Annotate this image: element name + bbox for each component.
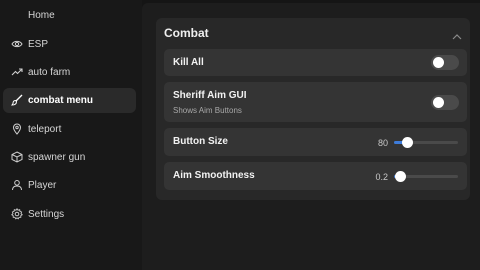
sidebar-item-label: spawner gun (28, 152, 86, 163)
slider-thumb[interactable] (402, 137, 413, 148)
button-size-value: 80 (377, 138, 388, 148)
sidebar-item-label: ESP (28, 39, 49, 50)
sidebar-item-label: auto farm (28, 67, 71, 78)
button-size-row: Button Size 80 (164, 128, 467, 156)
sheriff-aim-gui-label: Sheriff Aim GUI (173, 90, 247, 101)
sidebar-item-home[interactable]: Home (3, 3, 136, 28)
cube-icon (11, 151, 23, 163)
button-size-slider[interactable] (394, 137, 458, 148)
aim-smoothness-label: Aim Smoothness (173, 170, 255, 181)
sidebar-item-label: Settings (28, 209, 65, 220)
sidebar-item-label: teleport (28, 124, 62, 135)
sheriff-aim-gui-toggle[interactable] (431, 95, 459, 110)
brush-icon (11, 94, 23, 106)
sidebar-item-esp[interactable]: ESP (3, 32, 136, 57)
kill-all-toggle[interactable] (431, 55, 459, 70)
sheriff-aim-gui-description: Shows Aim Buttons (173, 106, 242, 115)
aim-smoothness-slider[interactable] (394, 171, 458, 182)
user-icon (11, 179, 23, 191)
gear-icon (11, 208, 23, 220)
main-content: Combat Kill All Sheriff Aim GUI Shows Ai… (142, 3, 480, 270)
trend-icon (11, 66, 23, 78)
combat-section: Combat Kill All Sheriff Aim GUI Shows Ai… (156, 18, 470, 200)
sidebar-item-combat-menu[interactable]: combat menu (3, 88, 136, 113)
sidebar: Home ESP auto farm combat menu teleport … (0, 0, 142, 270)
sidebar-item-label: Player (28, 180, 57, 191)
sidebar-item-settings[interactable]: Settings (3, 202, 136, 227)
sidebar-item-teleport[interactable]: teleport (3, 117, 136, 142)
kill-all-label: Kill All (173, 57, 204, 68)
kill-all-row: Kill All (164, 49, 467, 76)
eye-icon (11, 38, 23, 50)
slider-thumb[interactable] (395, 171, 406, 182)
sheriff-aim-gui-row: Sheriff Aim GUI Shows Aim Buttons (164, 82, 467, 122)
aim-smoothness-row: Aim Smoothness 0.2 (164, 162, 467, 190)
sidebar-item-player[interactable]: Player (3, 173, 136, 198)
button-size-label: Button Size (173, 136, 228, 147)
toggle-knob (433, 97, 444, 108)
sidebar-item-label: combat menu (28, 95, 94, 106)
sidebar-item-spawner-gun[interactable]: spawner gun (3, 145, 136, 170)
chevron-up-icon[interactable] (452, 28, 462, 40)
sidebar-item-auto-farm[interactable]: auto farm (3, 60, 136, 85)
sidebar-item-label: Home (28, 10, 55, 21)
section-title: Combat (164, 26, 209, 40)
map-pin-icon (11, 123, 23, 135)
toggle-knob (433, 57, 444, 68)
aim-smoothness-value: 0.2 (375, 172, 388, 182)
